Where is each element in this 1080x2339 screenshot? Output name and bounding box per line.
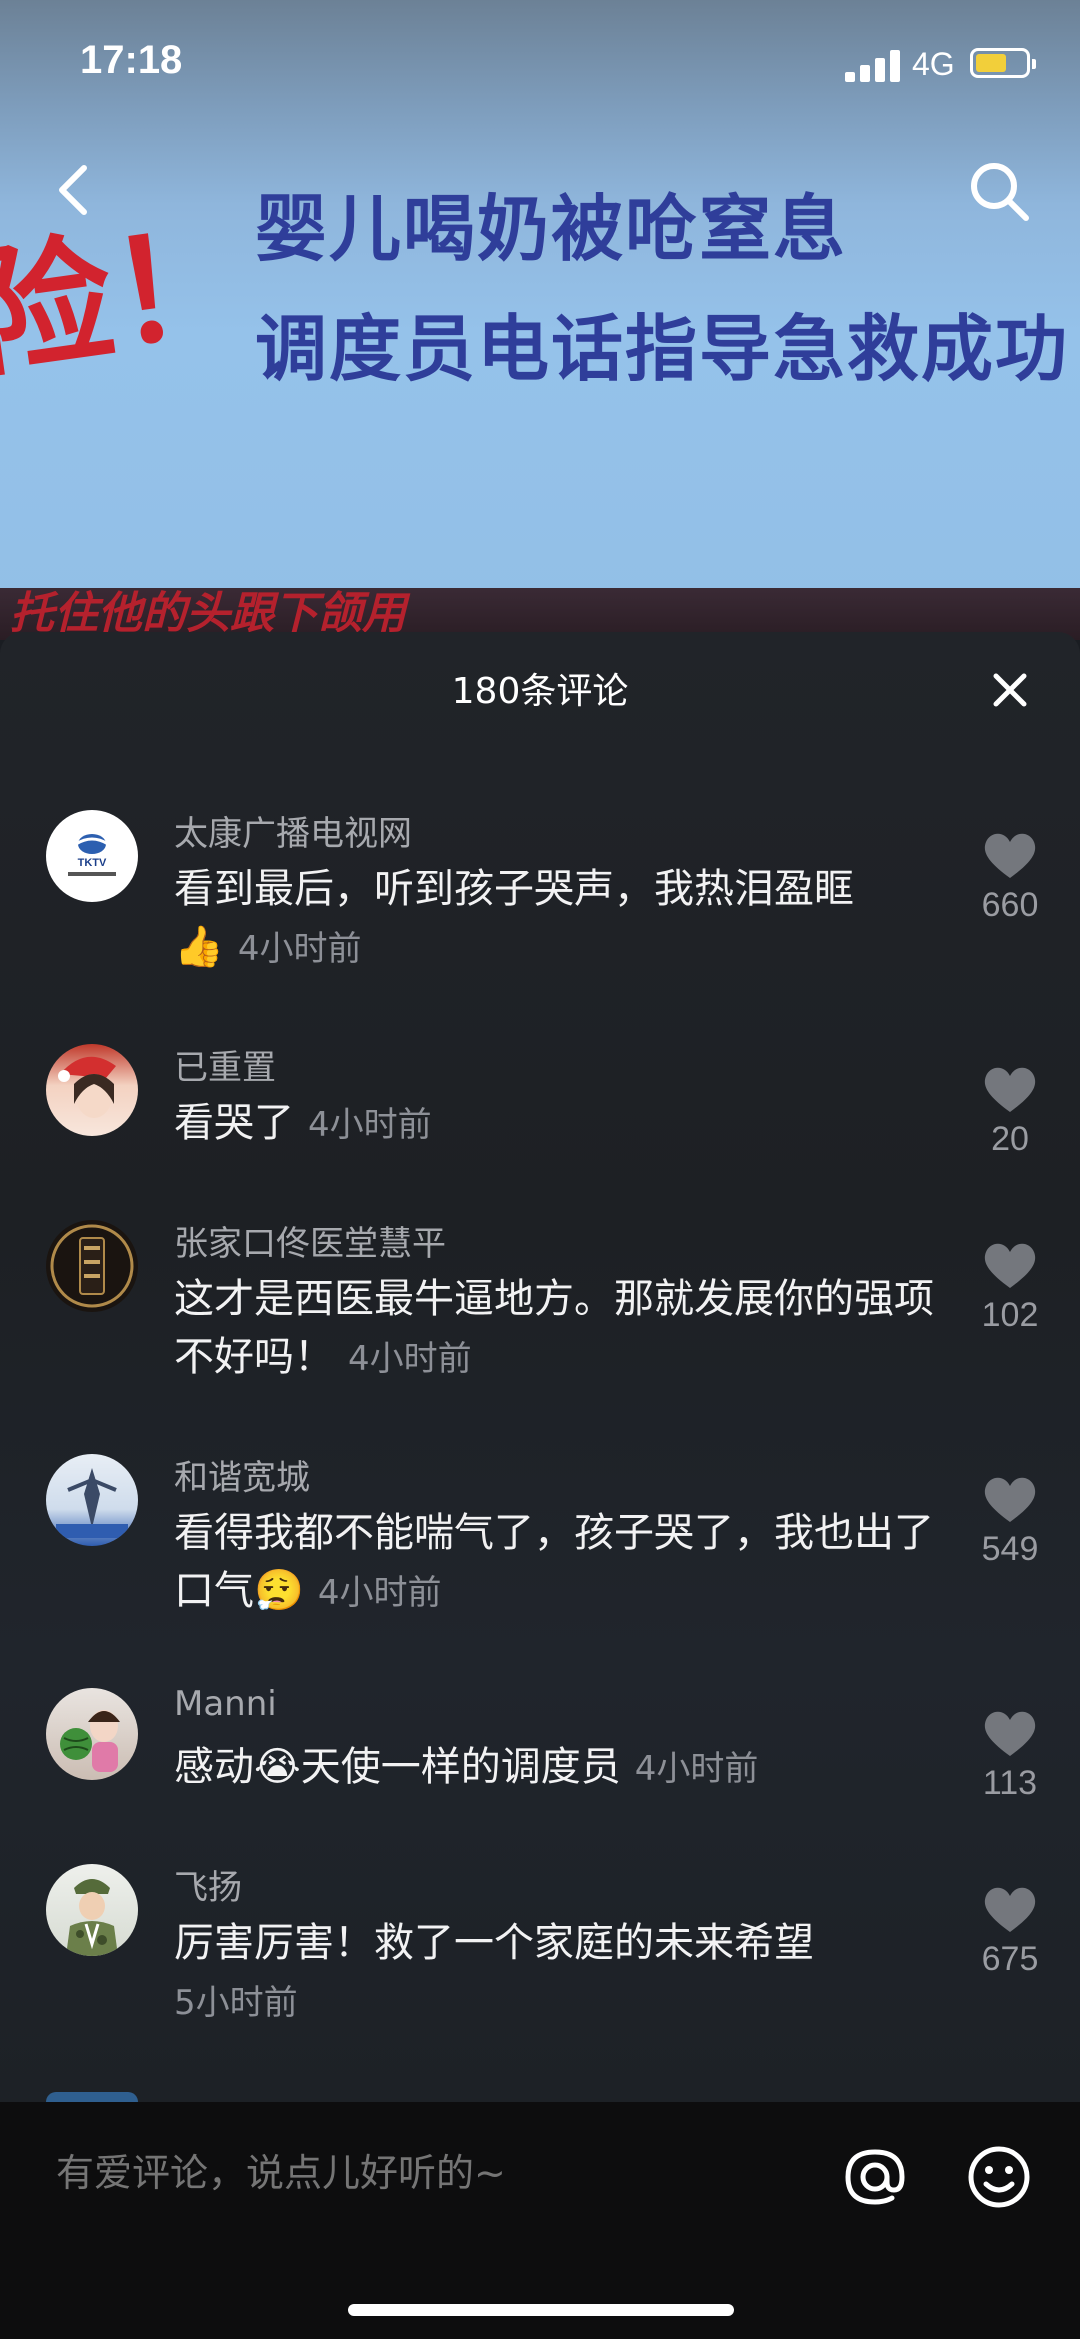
svg-text:TKTV: TKTV bbox=[78, 857, 107, 869]
heart-icon bbox=[984, 1887, 1036, 1932]
like-count: 113 bbox=[982, 1764, 1038, 1802]
comment-text: 这才是西医最牛逼地方。那就发展你的强项不好吗！ 4小时前 bbox=[174, 1276, 934, 1380]
exhale-emoji: 😮‍💨 bbox=[254, 1568, 304, 1614]
avatar[interactable] bbox=[46, 1864, 138, 1956]
like-count: 660 bbox=[981, 886, 1039, 924]
comments-panel: 180条评论 TKTV 太康广播电视网 看到最后，听到孩子哭声，我热泪盈眶 👍 4… bbox=[0, 632, 1080, 2102]
emoji-icon[interactable] bbox=[964, 2142, 1034, 2212]
like-count: 549 bbox=[981, 1530, 1039, 1568]
comment-text: 看到最后，听到孩子哭声，我热泪盈眶 👍 4小时前 bbox=[174, 866, 854, 970]
comment-time: 4小时前 bbox=[237, 929, 362, 969]
status-time: 17:18 bbox=[80, 38, 183, 82]
avatar[interactable] bbox=[46, 1220, 138, 1312]
avatar[interactable] bbox=[46, 2092, 138, 2102]
back-icon[interactable] bbox=[46, 160, 106, 220]
home-indicator[interactable] bbox=[348, 2304, 734, 2316]
comment-time: 4小时前 bbox=[348, 1339, 472, 1379]
comment-input[interactable] bbox=[54, 2142, 818, 2204]
comment-username[interactable]: 和谐宽城 bbox=[174, 1450, 310, 1499]
comments-count-title: 180条评论 bbox=[451, 671, 629, 712]
like-button[interactable]: 660 bbox=[960, 830, 1060, 925]
like-count: 102 bbox=[981, 1296, 1039, 1334]
network-type: 4G bbox=[912, 46, 955, 82]
search-icon[interactable] bbox=[966, 158, 1032, 224]
avatar[interactable] bbox=[46, 1044, 138, 1136]
comment-time: 4小时前 bbox=[634, 1749, 759, 1789]
crying-emoji: 😭 bbox=[254, 1744, 301, 1790]
like-count: 675 bbox=[981, 1940, 1039, 1978]
comment-username[interactable]: 太康广播电视网 bbox=[174, 806, 412, 855]
thumbs-up-emoji: 👍 bbox=[174, 924, 224, 970]
comment-username[interactable]: Manni bbox=[174, 1684, 277, 1724]
video-headline-line1: 婴儿喝奶被呛窒息 bbox=[255, 187, 848, 271]
battery-icon bbox=[970, 48, 1036, 78]
comment-username[interactable]: 张家口佟医堂慧平 bbox=[174, 1216, 446, 1265]
comment-text: 看得我都不能喘气了，孩子哭了，我也出了口气😮‍💨 4小时前 bbox=[174, 1510, 934, 1614]
avatar[interactable] bbox=[46, 1688, 138, 1780]
comment-text: 感动😭天使一样的调度员 4小时前 bbox=[174, 1744, 759, 1790]
like-button[interactable]: 675 bbox=[960, 1884, 1060, 1979]
comment-username[interactable]: 飞扬 bbox=[174, 1860, 242, 1909]
comment-time: 5小时前 bbox=[174, 1983, 298, 2023]
heart-icon bbox=[984, 1711, 1036, 1756]
avatar[interactable]: TKTV bbox=[46, 810, 138, 902]
comment-time: 4小时前 bbox=[317, 1573, 442, 1613]
like-button[interactable]: 20 bbox=[960, 1064, 1060, 1159]
signal-icon bbox=[845, 48, 901, 82]
like-button[interactable]: 113 bbox=[960, 1708, 1060, 1803]
avatar[interactable] bbox=[46, 1454, 138, 1546]
comment-text: 厉害厉害！救了一个家庭的未来希望 5小时前 bbox=[174, 1920, 814, 2023]
heart-icon bbox=[984, 1067, 1036, 1112]
status-bar: 17:18 4G bbox=[0, 0, 1080, 130]
comment-username[interactable]: 已重置 bbox=[174, 1040, 276, 1089]
comment-time: 4小时前 bbox=[308, 1105, 432, 1145]
like-button[interactable]: 102 bbox=[960, 1240, 1060, 1335]
like-button[interactable]: 549 bbox=[960, 1474, 1060, 1569]
close-icon[interactable] bbox=[990, 670, 1030, 710]
video-headline-line2: 调度员电话指导急救成功 bbox=[255, 307, 1070, 391]
like-count: 20 bbox=[991, 1120, 1029, 1158]
at-mention-icon[interactable] bbox=[840, 2142, 910, 2212]
heart-icon bbox=[984, 833, 1036, 878]
heart-icon bbox=[984, 1243, 1036, 1288]
comment-text: 看哭了 4小时前 bbox=[174, 1100, 432, 1146]
heart-icon bbox=[984, 1477, 1036, 1522]
video-red-text: 险！ bbox=[0, 198, 262, 399]
